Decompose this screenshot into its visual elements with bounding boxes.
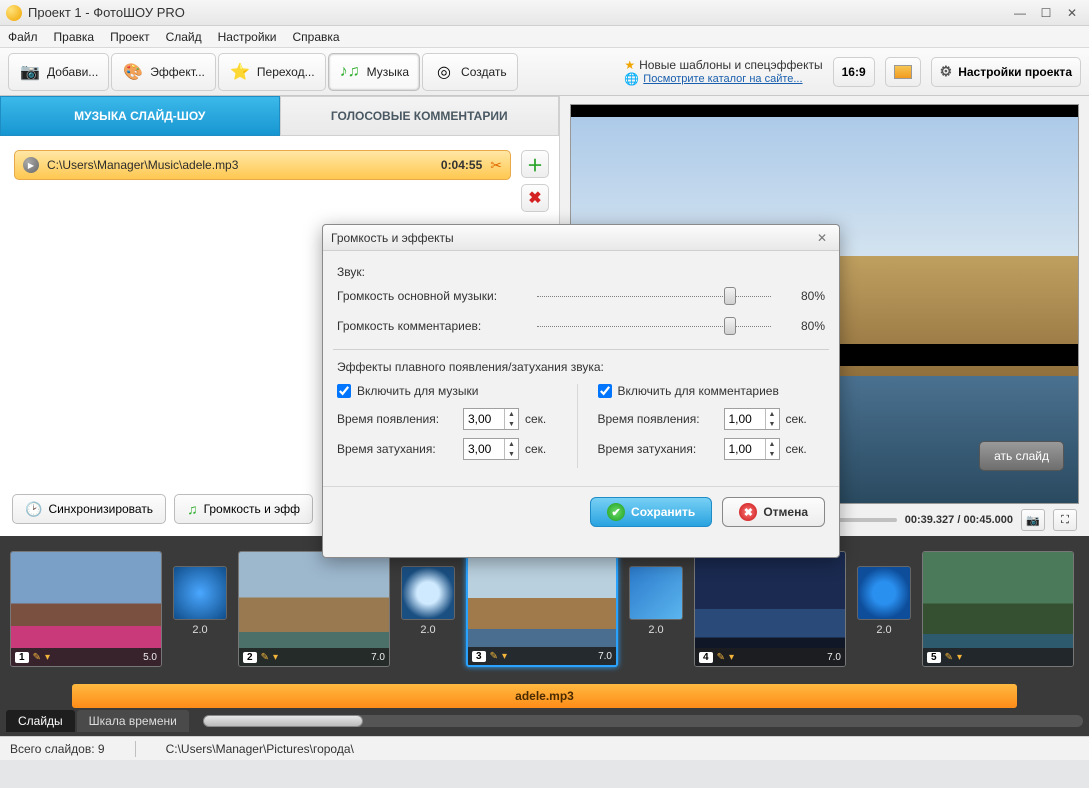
music-track-item[interactable]: ▶ C:\Users\Manager\Music\adele.mp3 0:04:…	[14, 150, 511, 180]
menu-edit[interactable]: Правка	[54, 30, 95, 44]
view-tab-timeline[interactable]: Шкала времени	[77, 710, 189, 732]
main-volume-slider[interactable]	[537, 295, 771, 297]
slide-thumbnail[interactable]: 1✎▾5.0	[10, 551, 162, 667]
pencil-icon: ✎	[945, 652, 953, 663]
snapshot-button[interactable]: 📷	[1021, 509, 1045, 531]
gear-icon: ⚙	[940, 63, 953, 80]
audio-track-bar[interactable]: adele.mp3	[72, 684, 1017, 708]
comment-volume-slider[interactable]	[537, 325, 771, 327]
preview-time: 00:39.327 / 00:45.000	[905, 514, 1013, 526]
slide-thumbnail[interactable]: 4✎▾7.0	[694, 551, 846, 667]
play-icon[interactable]: ▶	[23, 157, 39, 173]
menu-settings[interactable]: Настройки	[218, 30, 277, 44]
fade-section-label: Эффекты плавного появления/затухания зву…	[337, 360, 825, 374]
comment-volume-value: 80%	[781, 319, 825, 333]
aspect-ratio-button[interactable]: 16:9	[833, 57, 875, 87]
transition-thumbnail[interactable]: 2.0	[172, 566, 228, 652]
minimize-button[interactable]: ―	[1009, 5, 1031, 21]
pencil-icon: ✎	[261, 652, 269, 663]
music-small-icon: ♫	[187, 501, 198, 517]
menu-bar: Файл Правка Проект Слайд Настройки Справ…	[0, 26, 1089, 48]
title-bar: Проект 1 - ФотоШОУ PRO ― ☐ ✕	[0, 0, 1089, 26]
enable-music-fade-checkbox[interactable]	[337, 384, 351, 398]
sync-button[interactable]: 🕑Синхронизировать	[12, 494, 166, 524]
edit-slide-button[interactable]: ать слайд	[979, 441, 1064, 471]
pencil-icon: ✎	[490, 651, 498, 662]
status-path: C:\Users\Manager\Pictures\города\	[166, 742, 354, 756]
main-volume-value: 80%	[781, 289, 825, 303]
music-fadeout-input[interactable]: 3,00▲▼	[463, 438, 519, 460]
promo-link[interactable]: Посмотрите каталог на сайте...	[643, 72, 802, 86]
fullscreen-button[interactable]: ⛶	[1053, 509, 1077, 531]
music-icon: ♪♫	[339, 61, 361, 83]
music-fadein-input[interactable]: 3,00▲▼	[463, 408, 519, 430]
tab-voice[interactable]: ГОЛОСОВЫЕ КОММЕНТАРИИ	[280, 96, 560, 136]
status-slide-count: Всего слайдов: 9	[10, 742, 105, 756]
volume-effects-button[interactable]: ♫Громкость и эфф	[174, 494, 313, 524]
check-icon: ✔	[607, 503, 625, 521]
create-button[interactable]: ◎Создать	[422, 53, 518, 91]
transition-thumbnail[interactable]: 2.0	[400, 566, 456, 652]
comment-volume-label: Громкость комментариев:	[337, 319, 527, 333]
star-icon: ⭐	[229, 61, 251, 83]
palette-icon: 🎨	[122, 61, 144, 83]
add-button[interactable]: 📷Добави...	[8, 53, 109, 91]
music-button[interactable]: ♪♫Музыка	[328, 53, 420, 91]
view-tab-slides[interactable]: Слайды	[6, 710, 75, 732]
volume-effects-dialog: Громкость и эффекты ✕ Звук: Громкость ос…	[322, 224, 840, 558]
menu-file[interactable]: Файл	[8, 30, 38, 44]
menu-slide[interactable]: Слайд	[166, 30, 202, 44]
dialog-cancel-button[interactable]: ✖Отмена	[722, 497, 825, 527]
scissors-icon[interactable]: ✂	[490, 157, 502, 174]
window-title: Проект 1 - ФотоШОУ PRO	[28, 5, 1009, 20]
enable-comments-fade-checkbox[interactable]	[598, 384, 612, 398]
tab-music[interactable]: МУЗЫКА СЛАЙД-ШОУ	[0, 96, 280, 136]
sync-icon: 🕑	[25, 501, 42, 518]
transition-thumbnail[interactable]: 2.0	[856, 566, 912, 652]
slide-thumbnail[interactable]: 5✎▾	[922, 551, 1074, 667]
dialog-close-button[interactable]: ✕	[813, 230, 831, 246]
promo-links: ★Новые шаблоны и спецэффекты 🌐Посмотрите…	[624, 58, 822, 86]
pencil-icon: ✎	[717, 652, 725, 663]
main-toolbar: 📷Добави... 🎨Эффект... ⭐Переход... ♪♫Музы…	[0, 48, 1089, 96]
main-volume-label: Громкость основной музыки:	[337, 289, 527, 303]
maximize-button[interactable]: ☐	[1035, 5, 1057, 21]
transition-thumbnail[interactable]: 2.0	[628, 566, 684, 652]
background-color-button[interactable]	[885, 57, 921, 87]
effects-button[interactable]: 🎨Эффект...	[111, 53, 216, 91]
timeline-scrollbar[interactable]	[203, 715, 1083, 727]
add-track-button[interactable]: ＋	[521, 150, 549, 178]
transitions-button[interactable]: ⭐Переход...	[218, 53, 326, 91]
comment-fadeout-input[interactable]: 1,00▲▼	[724, 438, 780, 460]
globe-icon: 🌐	[624, 72, 639, 86]
app-icon	[6, 5, 22, 21]
slide-thumbnail[interactable]: 2✎▾7.0	[238, 551, 390, 667]
comment-fadein-input[interactable]: 1,00▲▼	[724, 408, 780, 430]
menu-help[interactable]: Справка	[292, 30, 339, 44]
sound-section-label: Звук:	[337, 265, 825, 279]
dialog-title: Громкость и эффекты	[331, 231, 813, 245]
project-settings-button[interactable]: ⚙Настройки проекта	[931, 57, 1081, 87]
camera-icon: 📷	[19, 61, 41, 83]
slide-thumbnail[interactable]: 3✎▾7.0	[466, 551, 618, 667]
menu-project[interactable]: Проект	[110, 30, 150, 44]
color-swatch-icon	[894, 65, 912, 79]
status-bar: Всего слайдов: 9 C:\Users\Manager\Pictur…	[0, 736, 1089, 760]
disc-icon: ◎	[433, 61, 455, 83]
close-button[interactable]: ✕	[1061, 5, 1083, 21]
cross-icon: ✖	[739, 503, 757, 521]
star-small-icon: ★	[624, 58, 635, 72]
remove-track-button[interactable]: ✖	[521, 184, 549, 212]
pencil-icon: ✎	[33, 652, 41, 663]
dialog-save-button[interactable]: ✔Сохранить	[590, 497, 712, 527]
